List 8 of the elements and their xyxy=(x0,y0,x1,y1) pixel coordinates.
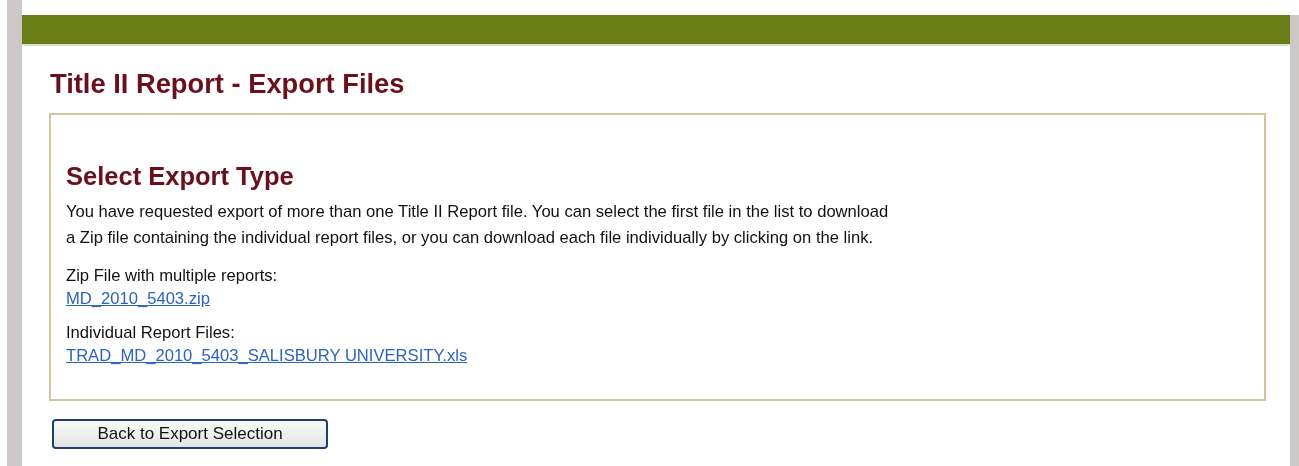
file-link[interactable]: TRAD_MD_2010_5403_SALISBURY UNIVERSITY.xls xyxy=(66,346,468,366)
page-title: Title II Report - Export Files xyxy=(50,68,406,101)
back-button[interactable]: Back to Export Selection xyxy=(52,418,328,449)
intro-paragraph: You have requested export of more than one Title II Report file. You can select the first file in the list to download a Zip file containing the individual report files, or you can download each file individually by clicking on the link. xyxy=(66,201,890,250)
group-label: Individual Report Files: xyxy=(66,322,236,345)
group-label: Zip File with multiple reports: xyxy=(66,265,279,288)
file-link[interactable]: MD_2010_5403.zip xyxy=(66,289,210,309)
section-heading: Select Export Type xyxy=(66,160,295,192)
